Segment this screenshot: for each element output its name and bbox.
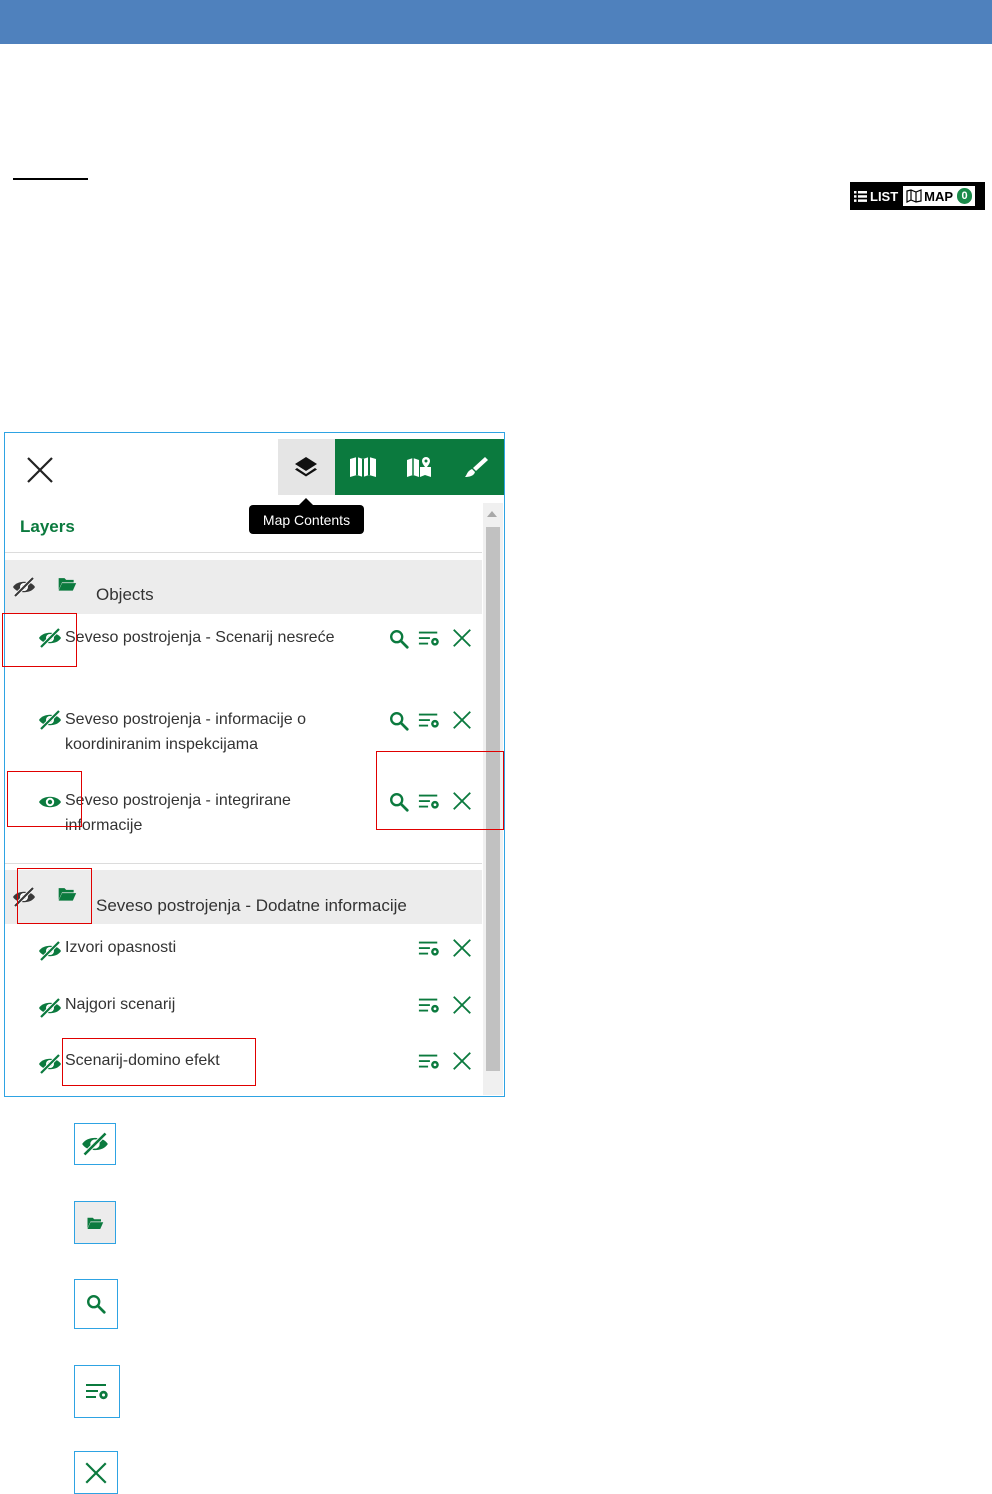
layer-row: Najgori scenarij — [5, 992, 482, 1042]
layer-settings-icon[interactable] — [416, 628, 442, 650]
eye-icon[interactable] — [37, 790, 63, 814]
map-count-badge: 0 — [957, 188, 973, 204]
layer-settings-icon[interactable] — [416, 995, 442, 1017]
legend-folder — [74, 1201, 116, 1244]
layer-group-objects: Objects — [5, 560, 482, 614]
close-icon[interactable] — [25, 455, 55, 485]
divider — [5, 863, 482, 864]
remove-icon[interactable] — [451, 709, 473, 731]
draw-button[interactable] — [447, 439, 504, 495]
remove-icon[interactable] — [451, 937, 473, 959]
folder-icon — [86, 1214, 104, 1232]
folder-icon[interactable] — [57, 884, 77, 904]
folder-icon[interactable] — [57, 574, 77, 594]
layer-label: Seveso postrojenja - Scenarij nesreće — [65, 629, 335, 646]
zoom-icon[interactable] — [388, 710, 410, 732]
layer-settings-icon[interactable] — [416, 791, 442, 813]
list-label: LIST — [870, 188, 899, 204]
layer-label: Seveso postrojenja - informacije o koord… — [65, 711, 307, 753]
layers-heading: Layers — [20, 517, 75, 536]
map-marker-icon — [407, 457, 432, 477]
layer-label: Seveso postrojenja - integrirane informa… — [65, 792, 291, 834]
legend-remove — [74, 1451, 118, 1494]
layer-settings-icon[interactable] — [416, 1051, 442, 1073]
panel-toolbar — [278, 439, 504, 495]
map-contents-panel: Map Contents Layers Objects Seveso postr… — [4, 432, 505, 1097]
layer-group-dodatne-informacije: Seveso postrojenja - Dodatne informacije — [5, 870, 482, 924]
eye-off-icon[interactable] — [11, 885, 37, 909]
legend-settings — [74, 1365, 120, 1418]
layer-row: Seveso postrojenja - integrirane informa… — [5, 784, 482, 854]
layers-icon — [295, 457, 318, 477]
brush-icon — [464, 457, 488, 477]
remove-icon[interactable] — [451, 790, 473, 812]
map-legend-button[interactable] — [391, 439, 448, 495]
layer-row: Seveso postrojenja - Scenarij nesreće — [5, 621, 482, 691]
map-contents-tooltip: Map Contents — [249, 498, 364, 534]
eye-off-icon[interactable] — [11, 575, 37, 599]
legend-visibility — [74, 1123, 116, 1165]
scroll-up-arrow[interactable] — [487, 511, 497, 517]
layer-label: Izvori opasnosti — [65, 939, 177, 956]
eye-off-icon[interactable] — [37, 626, 63, 650]
group-label: Seveso postrojenja - Dodatne informacije — [96, 896, 407, 915]
basemap-button[interactable] — [334, 439, 391, 495]
scroll-thumb[interactable] — [486, 527, 500, 1071]
legend-zoom — [74, 1279, 118, 1329]
top-header-bar — [0, 0, 992, 44]
list-icon — [854, 190, 867, 202]
list-toggle-button[interactable]: LIST — [854, 186, 903, 206]
layer-settings-icon[interactable] — [416, 710, 442, 732]
eye-off-icon[interactable] — [37, 708, 63, 732]
underline-mark — [13, 178, 88, 180]
layer-settings-icon — [83, 1380, 111, 1404]
zoom-icon[interactable] — [388, 628, 410, 650]
layer-label: Scenarij-domino efekt — [65, 1052, 220, 1069]
eye-off-icon — [80, 1130, 110, 1158]
map-icon — [906, 189, 922, 203]
remove-icon[interactable] — [451, 994, 473, 1016]
map-contents-button[interactable] — [278, 439, 335, 495]
group-label: Objects — [96, 585, 154, 604]
layer-label: Najgori scenarij — [65, 996, 176, 1013]
layer-settings-icon[interactable] — [416, 938, 442, 960]
layer-row: Scenarij-domino efekt — [5, 1048, 482, 1097]
remove-icon — [83, 1460, 109, 1486]
eye-off-icon[interactable] — [37, 939, 63, 963]
map-toggle-button[interactable]: MAP 0 — [903, 186, 976, 206]
zoom-icon[interactable] — [388, 791, 410, 813]
map-label: MAP — [924, 188, 954, 204]
zoom-icon — [85, 1293, 107, 1315]
layer-row: Seveso postrojenja - informacije o koord… — [5, 703, 482, 773]
eye-off-icon[interactable] — [37, 1052, 63, 1076]
eye-off-icon[interactable] — [37, 996, 63, 1020]
divider — [5, 552, 482, 553]
list-map-toggle[interactable]: LIST MAP 0 — [850, 182, 985, 210]
remove-icon[interactable] — [451, 627, 473, 649]
panel-scrollbar[interactable] — [483, 503, 503, 1095]
layer-row: Izvori opasnosti — [5, 935, 482, 985]
map-icon — [349, 457, 376, 477]
remove-icon[interactable] — [451, 1050, 473, 1072]
